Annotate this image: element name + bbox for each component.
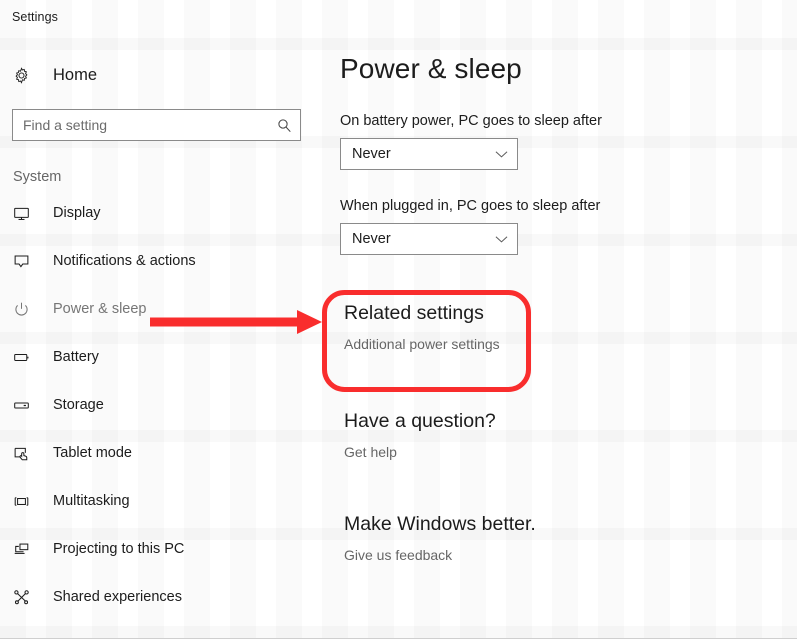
- power-icon: [13, 301, 41, 318]
- search-icon[interactable]: [275, 116, 293, 134]
- plugged-in-sleep-value: Never: [352, 231, 391, 247]
- sidebar-item-multitasking[interactable]: Multitasking: [0, 477, 320, 525]
- battery-sleep-dropdown[interactable]: Never: [340, 138, 518, 170]
- plugged-in-sleep-dropdown[interactable]: Never: [340, 223, 518, 255]
- sidebar-item-shared-experiences[interactable]: Shared experiences: [0, 573, 320, 621]
- window-titlebar: Settings: [0, 0, 797, 34]
- sidebar-item-label: Display: [53, 205, 101, 221]
- sidebar-item-power-and-sleep[interactable]: Power & sleep: [0, 285, 320, 333]
- sidebar-item-label: Power & sleep: [53, 301, 147, 317]
- projecting-screens-icon: [13, 541, 41, 558]
- give-us-feedback-link[interactable]: Give us feedback: [344, 547, 452, 563]
- multitasking-icon: [13, 493, 41, 510]
- related-settings-section: Related settings Additional power settin…: [340, 302, 500, 354]
- related-settings-title: Related settings: [344, 302, 484, 324]
- sidebar-item-projecting-to-this-pc[interactable]: Projecting to this PC: [0, 525, 320, 573]
- sidebar-item-label: Projecting to this PC: [53, 541, 185, 557]
- search-box[interactable]: [12, 109, 301, 141]
- tablet-hand-icon: [13, 445, 41, 462]
- sidebar-item-battery[interactable]: Battery: [0, 333, 320, 381]
- plugged-in-sleep-field: When plugged in, PC goes to sleep after …: [340, 198, 797, 255]
- have-a-question-section: Have a question? Get help: [340, 410, 496, 462]
- additional-power-settings-link[interactable]: Additional power settings: [344, 336, 500, 352]
- chevron-down-icon: [495, 235, 508, 244]
- settings-window: Settings Home System: [0, 0, 797, 639]
- storage-disk-icon: [13, 397, 41, 414]
- battery-icon: [13, 349, 41, 366]
- sidebar-item-storage[interactable]: Storage: [0, 381, 320, 429]
- sidebar-item-label: Storage: [53, 397, 104, 413]
- battery-sleep-label: On battery power, PC goes to sleep after: [340, 113, 602, 129]
- sidebar-item-label: Tablet mode: [53, 445, 132, 461]
- sidebar-home-label: Home: [53, 65, 98, 84]
- monitor-icon: [13, 205, 41, 222]
- make-windows-better-title: Make Windows better.: [344, 513, 536, 535]
- chevron-down-icon: [495, 150, 508, 159]
- sidebar-item-home[interactable]: Home: [0, 58, 320, 92]
- plugged-in-sleep-label: When plugged in, PC goes to sleep after: [340, 198, 601, 214]
- main-content: Power & sleep On battery power, PC goes …: [340, 40, 797, 639]
- sidebar-item-display[interactable]: Display: [0, 189, 320, 237]
- get-help-link[interactable]: Get help: [344, 444, 397, 460]
- sidebar-group-heading: System: [13, 169, 62, 185]
- battery-sleep-field: On battery power, PC goes to sleep after…: [340, 113, 797, 170]
- sidebar-item-label: Multitasking: [53, 493, 130, 509]
- sidebar: Home System Displ: [0, 40, 320, 639]
- sidebar-item-tablet-mode[interactable]: Tablet mode: [0, 429, 320, 477]
- page-title: Power & sleep: [340, 53, 522, 84]
- sidebar-nav-list: Display Notifications & actions Power & …: [0, 189, 320, 621]
- gear-icon: [13, 66, 41, 84]
- notification-bubble-icon: [13, 253, 41, 270]
- sidebar-item-label: Battery: [53, 349, 99, 365]
- share-nodes-icon: [13, 589, 41, 606]
- battery-sleep-value: Never: [352, 146, 391, 162]
- sidebar-item-label: Notifications & actions: [53, 253, 196, 269]
- make-windows-better-section: Make Windows better. Give us feedback: [340, 513, 536, 565]
- have-a-question-title: Have a question?: [344, 410, 496, 432]
- sidebar-item-label: Shared experiences: [53, 589, 182, 605]
- sidebar-item-notifications[interactable]: Notifications & actions: [0, 237, 320, 285]
- window-title: Settings: [12, 10, 58, 24]
- search-input[interactable]: [13, 110, 300, 140]
